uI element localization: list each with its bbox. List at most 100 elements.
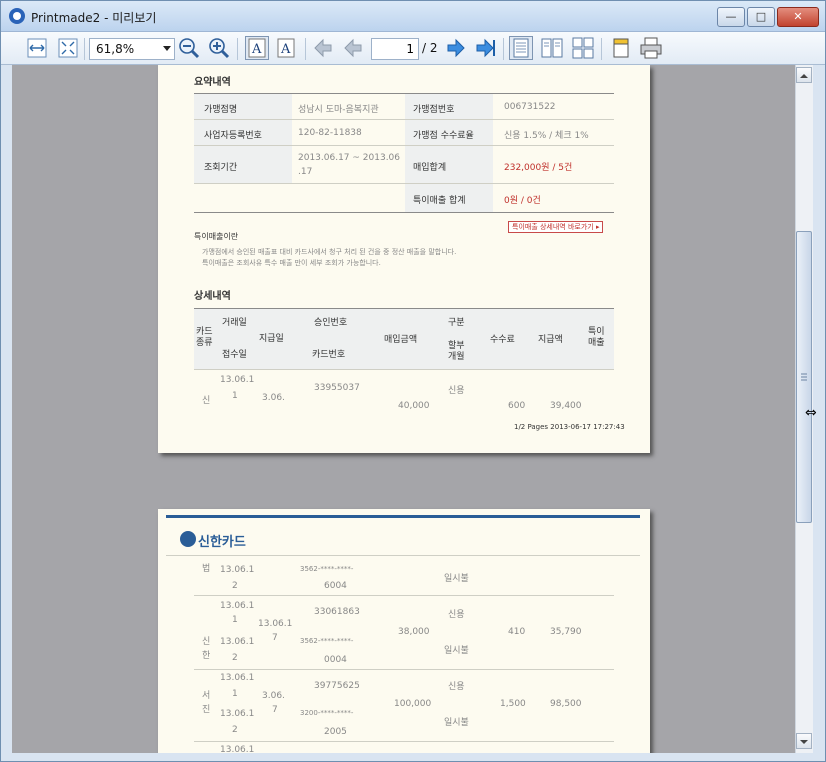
row-type: 신용: [448, 682, 465, 692]
row-trade-date: 13.06.1: [220, 673, 255, 683]
row-payment: 98,500: [550, 699, 582, 709]
single-page-icon[interactable]: [509, 36, 533, 60]
row-card-type: 법: [202, 564, 211, 574]
col-card-no: 카드번호: [312, 350, 346, 360]
page-footer: 1/2 Pages 2013-06-17 17:27:43: [514, 423, 625, 431]
print-icon[interactable]: [639, 36, 663, 60]
special-detail-button[interactable]: 특이매출 상세내역 바로가기 ▸: [508, 221, 604, 233]
col-payment: 지급액: [538, 335, 563, 345]
sales-total-label: 매입합계: [413, 163, 447, 173]
row-pay-date: 13.06.1: [258, 619, 293, 629]
row-card-no-cont: 2005: [324, 727, 347, 737]
row-amount: 38,000: [398, 627, 430, 637]
fit-width-icon[interactable]: [25, 36, 49, 60]
maximize-button[interactable]: □: [747, 7, 775, 27]
app-icon: [9, 8, 25, 24]
table-row-divider: [194, 369, 614, 370]
svg-text:A: A: [251, 42, 262, 57]
row-amount: 100,000: [394, 699, 432, 709]
table-row-divider: [194, 669, 614, 670]
col-special: 특이 매출: [588, 327, 605, 348]
minimize-button[interactable]: —: [717, 7, 745, 27]
table-rule: [194, 212, 614, 213]
two-page-icon[interactable]: [540, 36, 564, 60]
row-fee: 1,500: [500, 699, 526, 709]
row-pay-date: 3.06.: [262, 393, 285, 403]
title-bar[interactable]: Printmade2 - 미리보기 — □ ✕: [1, 1, 825, 32]
row-type-cont: 일시불: [444, 718, 469, 728]
merchant-no-value: 006731522: [504, 102, 556, 112]
period-value-cont: .17: [298, 167, 313, 177]
chevron-down-icon: [163, 46, 171, 51]
col-card-type: 카드 종류: [196, 327, 213, 348]
preview-viewport[interactable]: 요약내역 가맹점명 성남시 도마-음복지관 가맹점번호 006731522 사업…: [12, 65, 795, 753]
col-receipt-date: 접수일: [222, 350, 247, 360]
row-receipt-date-cont: 2: [232, 653, 238, 663]
row-approval-no: 33061863: [314, 607, 360, 617]
period-value: 2013.06.17 ~ 2013.06: [298, 153, 401, 163]
text-select-icon[interactable]: A: [245, 36, 269, 60]
notice-line: 특이매출은 조회사유 특수 매출 만이 세부 조회가 가능합니다.: [202, 259, 381, 267]
fit-page-icon[interactable]: [56, 36, 80, 60]
last-page-icon[interactable]: [473, 36, 497, 60]
page-total: / 2: [422, 41, 438, 55]
toolbar: 61,8% A A 1 / 2: [1, 32, 825, 65]
row-trade-date: 13.06.1: [220, 745, 255, 753]
sales-total-value: 232,000원 / 5건: [504, 163, 573, 173]
row-trade-date-cont: 1: [232, 391, 238, 401]
table-row-divider: [194, 145, 614, 146]
row-approval-no: 33955037: [314, 383, 360, 393]
merchant-value: 성남시 도마-음복지관: [298, 105, 379, 115]
text-edit-icon[interactable]: A: [275, 36, 299, 60]
zoom-out-icon[interactable]: [177, 36, 201, 60]
row-receipt-date-cont: 2: [232, 725, 238, 735]
row-trade-date: 13.06.1: [220, 601, 255, 611]
row-pay-date: 3.06.: [262, 691, 285, 701]
zoom-select[interactable]: 61,8%: [89, 38, 175, 60]
detail-title: 상세내역: [194, 291, 231, 302]
row-trade-date-cont: 2: [232, 581, 238, 591]
close-button[interactable]: ✕: [777, 7, 819, 27]
zoom-in-icon[interactable]: [207, 36, 231, 60]
toolbar-separator: [237, 38, 238, 60]
col-purchase-amount: 매입금액: [384, 335, 418, 345]
four-page-icon[interactable]: [571, 36, 595, 60]
row-amount: 40,000: [398, 401, 430, 411]
row-payment: 39,400: [550, 401, 582, 411]
row-type: 신용: [448, 610, 465, 620]
row-card-type: 서 진: [202, 691, 211, 715]
toolbar-separator: [84, 38, 85, 60]
row-card-no: 3562-****-****-: [300, 637, 354, 645]
col-approval-no: 승인번호: [314, 318, 348, 328]
brand-name: 신한카드: [198, 535, 246, 550]
first-page-icon[interactable]: [311, 36, 335, 60]
scroll-down-button[interactable]: [796, 733, 812, 749]
page-number-input[interactable]: 1: [371, 38, 419, 60]
fee-rate-label: 가맹점 수수료율: [413, 131, 474, 141]
table-row-divider: [194, 183, 614, 184]
next-page-icon[interactable]: [444, 36, 468, 60]
fee-rate-value: 신용 1.5% / 체크 1%: [504, 131, 589, 141]
col-pay-date: 지급일: [259, 334, 284, 344]
toolbar-separator: [601, 38, 602, 60]
scroll-thumb[interactable]: [796, 231, 812, 523]
prev-page-icon[interactable]: [341, 36, 365, 60]
page-setup-icon[interactable]: [609, 36, 633, 60]
toolbar-separator: [503, 38, 504, 60]
row-trade-date-cont: 1: [232, 689, 238, 699]
col-type: 구분: [448, 318, 465, 328]
toolbar-separator: [305, 38, 306, 60]
scroll-up-button[interactable]: [796, 67, 812, 83]
special-total-value: 0원 / 0건: [504, 196, 541, 206]
row-trade-date: 13.06.1: [220, 375, 255, 385]
col-trade-date: 거래일: [222, 318, 247, 328]
shinhan-logo-icon: [180, 531, 196, 547]
row-fee: 600: [508, 401, 526, 411]
preview-page-2: 신한카드 법 13.06.1 2 3562-****-****- 6004 일시…: [158, 509, 650, 753]
preview-page-1: 요약내역 가맹점명 성남시 도마-음복지관 가맹점번호 006731522 사업…: [158, 65, 650, 453]
row-pay-date-cont: 7: [272, 705, 278, 715]
preview-window: Printmade2 - 미리보기 — □ ✕ 61,8% A A 1 / 2 …: [0, 0, 826, 762]
row-type: 일시불: [444, 574, 469, 584]
biz-no-value: 120-82-11838: [298, 128, 362, 138]
row-card-no-cont: 0004: [324, 655, 347, 665]
